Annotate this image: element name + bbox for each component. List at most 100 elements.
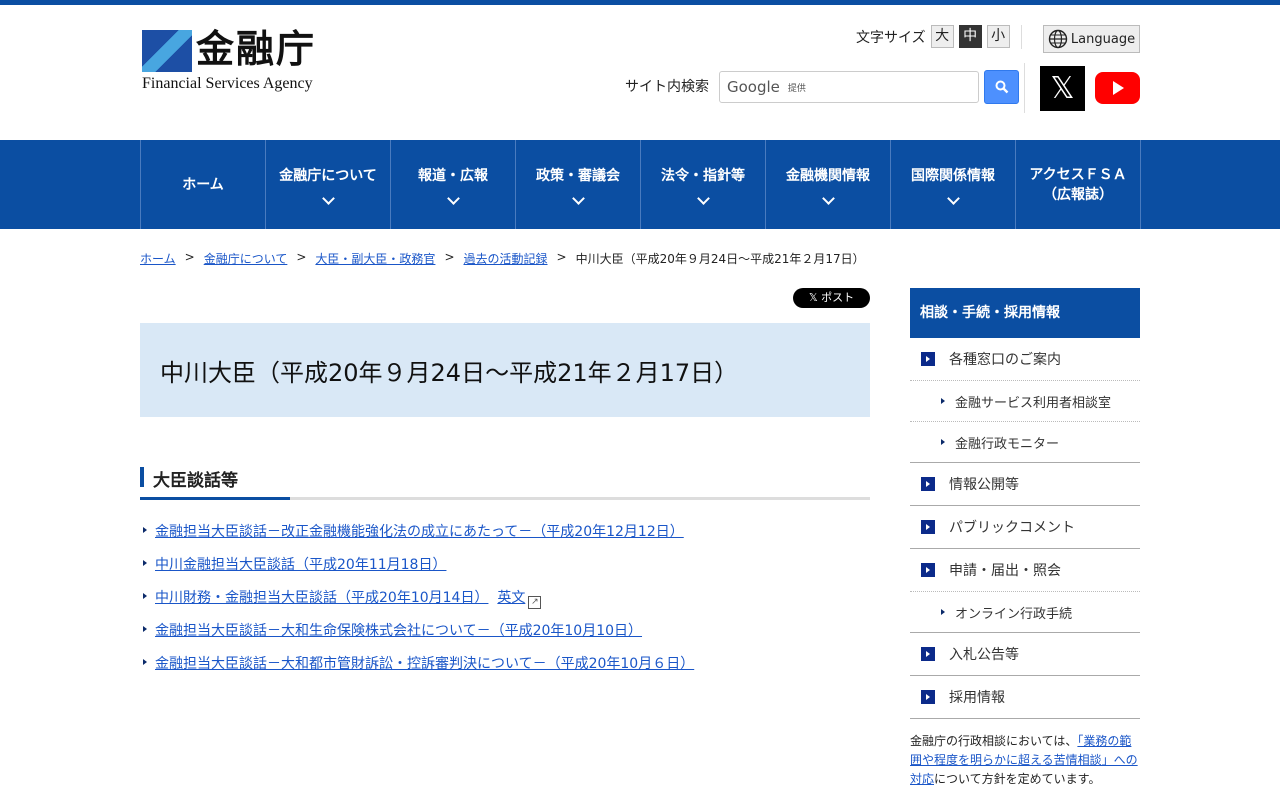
font-size-medium[interactable]: 中 [958,25,982,48]
nav-laws[interactable]: 法令・指針等 [641,140,766,229]
arrow-icon [921,563,935,577]
external-link-icon: ↗ [528,596,542,609]
arrow-icon [921,647,935,661]
arrow-icon [921,690,935,704]
youtube-link[interactable] [1095,72,1140,104]
font-size-label: 文字サイズ [856,29,926,46]
nav-label: 金融機関情報 [786,168,870,184]
nav-policy[interactable]: 政策・審議会 [516,140,641,229]
global-nav: ホーム 金融庁について 報道・広報 政策・審議会 法令・指針等 金融機関情報 国… [0,140,1280,229]
chevron-down-icon [696,192,710,205]
chevron-down-icon [446,192,460,205]
breadcrumb-sep: > [296,250,307,264]
heading-underline [140,497,290,500]
x-post-button[interactable]: 𝕏 ポスト [793,288,870,308]
breadcrumb-sep: > [184,250,195,264]
sidebar-item-consultation[interactable]: 各種窓口のご案内 [910,338,1140,381]
sidebar-label: 入札公告等 [949,647,1019,663]
sidebar-label: 申請・届出・照会 [949,563,1061,579]
heading-bar [140,467,144,487]
search-label: サイト内検索 [625,79,709,95]
sidebar-title: 相談・手続・採用情報 [910,288,1140,338]
sidebar-label: パブリックコメント [949,520,1075,536]
nav-press[interactable]: 報道・広報 [391,140,516,229]
nav-label: アクセスＦＳＡ [1029,166,1127,183]
nav-label: 国際関係情報 [911,168,995,184]
sidebar-label: 採用情報 [949,690,1005,706]
logo-english: Financial Services Agency [142,75,313,92]
list-item: 中川財務・金融担当大臣談話（平成20年10月14日） 英文 ↗ [140,587,694,620]
logo-kanji: 金融庁 [196,27,317,71]
list-item: 金融担当大臣談話－大和都市管財訴訟・控訴審判決について－（平成20年10月６日） [140,653,694,686]
statement-link[interactable]: 中川金融担当大臣談話（平成20年11月18日） [155,557,446,573]
divider [1021,25,1022,49]
breadcrumb-link[interactable]: 金融庁について [204,250,288,267]
search-input[interactable]: Google 提供 [719,71,979,103]
breadcrumb-sep: > [444,250,455,264]
search-icon [995,80,1008,94]
breadcrumb-link[interactable]: ホーム [140,250,176,267]
nav-label: 法令・指針等 [661,168,745,184]
nav-home[interactable]: ホーム [141,140,266,229]
english-link[interactable]: 英文 [497,590,525,606]
nav-institutions[interactable]: 金融機関情報 [766,140,891,229]
sidebar-item-bids[interactable]: 入札公告等 [910,633,1140,676]
sidebar-item-public-comment[interactable]: パブリックコメント [910,506,1140,549]
language-label: Language [1070,31,1136,47]
sidebar-label: 金融サービス利用者相談室 [955,395,1112,411]
nav-international[interactable]: 国際関係情報 [891,140,1016,229]
arrow-icon [921,520,935,534]
x-icon: 𝕏 [1050,71,1075,106]
note-text: について方針を定めています。 [934,772,1101,786]
nav-about[interactable]: 金融庁について [266,140,391,229]
chevron-down-icon [321,192,335,205]
font-size-small[interactable]: 小 [986,25,1010,48]
chevron-down-icon [571,192,585,205]
sidebar-label: オンライン行政手続 [955,606,1073,622]
breadcrumb-sep: > [556,250,567,264]
font-size-switcher: 文字サイズ 大 中 小 [856,25,1010,48]
sidebar-item-disclosure[interactable]: 情報公開等 [910,463,1140,506]
sidebar-subitem[interactable]: 金融サービス利用者相談室 [910,381,1140,422]
statement-link[interactable]: 金融担当大臣談話－大和生命保険株式会社について－（平成20年10月10日） [155,623,642,639]
sidebar-item-applications[interactable]: 申請・届出・照会 [910,549,1140,592]
language-button[interactable]: Language [1043,25,1140,53]
sidebar-label: 金融行政モニター [955,436,1060,452]
globe-icon [1048,29,1068,49]
fsa-logo[interactable]: 金融庁 Financial Services Agency [142,25,332,95]
logo-mark [142,30,192,72]
nav-label: ホーム [182,176,224,193]
nav-access-fsa[interactable]: アクセスＦＳＡ （広報誌） [1016,140,1141,229]
breadcrumb-link[interactable]: 大臣・副大臣・政務官 [315,250,435,267]
breadcrumb: ホーム > 金融庁について > 大臣・副大臣・政務官 > 過去の活動記録 > 中川大臣（… [140,250,865,267]
search-button[interactable] [984,70,1019,104]
sidebar-subitem[interactable]: 金融行政モニター [910,422,1140,463]
note-text: 金融庁の行政相談においては、 [910,734,1078,748]
sidebar-label: 各種窓口のご案内 [949,352,1061,368]
list-item: 中川金融担当大臣談話（平成20年11月18日） [140,554,694,587]
statement-link[interactable]: 金融担当大臣談話－改正金融機能強化法の成立にあたって－（平成20年12月12日） [155,524,684,540]
chevron-down-icon [821,192,835,205]
sidebar-item-recruitment[interactable]: 採用情報 [910,676,1140,719]
x-link[interactable]: 𝕏 [1040,66,1085,111]
arrow-icon [921,352,935,366]
section-title: 大臣談話等 [153,471,238,491]
statement-list: 金融担当大臣談話－改正金融機能強化法の成立にあたって－（平成20年12月12日）… [140,521,694,686]
breadcrumb-current: 中川大臣（平成20年９月24日～平成21年２月17日） [575,252,865,266]
chevron-down-icon [946,192,960,205]
list-item: 金融担当大臣談話－改正金融機能強化法の成立にあたって－（平成20年12月12日） [140,521,694,554]
sidebar-subitem[interactable]: オンライン行政手続 [910,592,1140,633]
statement-link[interactable]: 金融担当大臣談話－大和都市管財訴訟・控訴審判決について－（平成20年10月６日） [155,656,694,672]
nav-label: 報道・広報 [418,168,488,184]
divider [1024,63,1025,113]
search-placeholder: Google [727,78,780,96]
statement-link[interactable]: 中川財務・金融担当大臣談話（平成20年10月14日） [155,590,488,606]
nav-label-sub: （広報誌） [1043,186,1113,203]
search-placeholder-suffix: 提供 [787,83,806,94]
arrow-icon [921,477,935,491]
sidebar: 相談・手続・採用情報 各種窓口のご案内 金融サービス利用者相談室 金融行政モニタ… [910,288,1140,719]
font-size-large[interactable]: 大 [930,25,954,48]
breadcrumb-link[interactable]: 過去の活動記録 [464,250,548,267]
nav-label: 政策・審議会 [536,168,620,184]
consultation-note: 金融庁の行政相談においては、「業務の範囲や程度を明らかに超える苦情相談」への対応… [910,732,1140,789]
